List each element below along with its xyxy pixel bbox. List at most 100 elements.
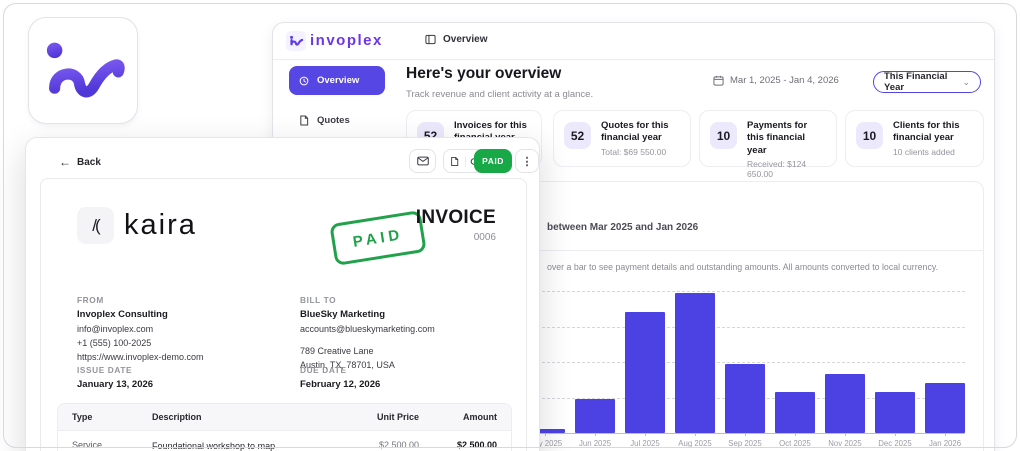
col-header-description: Description xyxy=(152,412,202,422)
from-email: info@invoplex.com xyxy=(77,324,154,334)
x-axis-label: Sep 2025 xyxy=(728,439,762,448)
invoice-number: 0006 xyxy=(473,232,496,243)
table-row: Service Foundational workshop to map req… xyxy=(58,431,511,451)
sidebar-item-label: Overview xyxy=(317,75,360,86)
breadcrumb-label: Overview xyxy=(443,34,488,45)
stat-title: Payments for this financial year xyxy=(747,120,808,156)
cell-amount: $2 500.00 xyxy=(456,440,497,450)
x-axis-label: Jan 2026 xyxy=(928,439,962,448)
col-header-unit-price: Unit Price xyxy=(376,412,419,422)
clock-icon xyxy=(299,76,309,86)
stat-subtitle: 10 clients added xyxy=(893,146,955,157)
from-name: Invoplex Consulting xyxy=(77,309,168,320)
chart-bar[interactable] xyxy=(825,374,865,433)
x-axis-tick xyxy=(695,433,696,436)
client-logo: /( kaira xyxy=(77,207,197,244)
date-range-label: Mar 1, 2025 - Jan 4, 2026 xyxy=(730,75,839,86)
back-arrow-icon: ← xyxy=(59,155,71,169)
period-select-value: This Financial Year xyxy=(884,71,948,93)
line-items-table: Type Description Unit Price Amount Servi… xyxy=(57,403,512,451)
header-divider xyxy=(273,59,994,60)
x-axis-tick xyxy=(945,433,946,436)
x-axis-tick xyxy=(845,433,846,436)
chart-bar[interactable] xyxy=(775,392,815,433)
invoice-document: /( kaira PAID INVOICE 0006 FROM Invoplex… xyxy=(40,178,527,451)
sidebar-item-quotes[interactable]: Quotes xyxy=(289,109,385,131)
issue-date-label: ISSUE DATE xyxy=(77,365,133,375)
period-select[interactable]: This Financial Year ⌄ xyxy=(873,71,981,93)
paid-stamp-label: PAID xyxy=(351,225,405,251)
stat-card-clients: 10 Clients for this financial year 10 cl… xyxy=(845,110,984,167)
x-axis-tick xyxy=(595,433,596,436)
x-axis-label: Aug 2025 xyxy=(678,439,712,448)
x-axis-label: Oct 2025 xyxy=(779,439,811,448)
chart-bar[interactable] xyxy=(625,312,665,433)
more-options-button[interactable]: ⋮ xyxy=(515,149,539,173)
due-date-value: February 12, 2026 xyxy=(300,379,381,390)
sidebar-item-overview[interactable]: Overview xyxy=(289,66,385,95)
issue-date-block: ISSUE DATE January 13, 2026 xyxy=(77,365,153,390)
col-header-amount: Amount xyxy=(463,412,497,422)
revenue-chart-plot: May 2025 Jun 2025 Jul 2025 Aug 2025 Sep 2025… xyxy=(525,182,977,448)
cell-description: Foundational workshop to map requirement… xyxy=(152,441,276,451)
stat-value: 10 xyxy=(710,122,737,149)
from-phone: +1 (555) 100-2025 xyxy=(77,338,152,348)
invoice-window: ← Back PAID ⋮ /( kaira PAID INVOICE 0006… xyxy=(25,137,540,451)
bill-to-block: BILL TO BlueSky Marketing accounts@blues… xyxy=(300,295,510,370)
stat-value: 52 xyxy=(564,122,591,149)
x-axis-label: Dec 2025 xyxy=(878,439,912,448)
back-button[interactable]: ← Back xyxy=(59,155,101,169)
paid-status-label: PAID xyxy=(482,156,504,166)
from-label: FROM xyxy=(77,295,104,305)
kaira-logo-icon: /( xyxy=(77,207,114,244)
chart-bar[interactable] xyxy=(725,363,765,433)
due-date-block: DUE DATE February 12, 2026 xyxy=(300,365,380,390)
dashboard-topbar: invoplex Overview xyxy=(273,23,994,59)
x-axis-label: Nov 2025 xyxy=(828,439,862,448)
send-email-button[interactable] xyxy=(409,149,436,173)
screenshot-canvas: invoplex Overview Overview Quotes Here's… xyxy=(0,0,1020,451)
issue-date-value: January 13, 2026 xyxy=(77,379,154,390)
date-range: Mar 1, 2025 - Jan 4, 2026 xyxy=(713,75,839,86)
stat-subtitle: Received: $124 650.00 xyxy=(747,159,807,180)
chart-bar[interactable] xyxy=(925,383,965,433)
cell-unit-price: $2 500.00 xyxy=(378,440,419,450)
x-axis-label: Jun 2025 xyxy=(578,439,612,448)
breadcrumb: Overview xyxy=(425,34,487,45)
file-preview-icon[interactable] xyxy=(444,156,465,167)
bill-to-label: BILL TO xyxy=(300,295,337,305)
chevron-down-icon: ⌄ xyxy=(962,76,970,87)
invoplex-swoosh-logo-icon xyxy=(40,36,126,106)
page-title: Here's your overview xyxy=(406,65,562,82)
invoplex-mini-logo-icon xyxy=(286,31,306,51)
back-label: Back xyxy=(77,156,101,168)
sidebar-item-label: Quotes xyxy=(317,114,350,126)
bill-to-address-line1: 789 Creative Lane xyxy=(300,346,374,356)
chart-bar[interactable] xyxy=(675,292,715,433)
due-date-label: DUE DATE xyxy=(300,365,347,375)
stat-title: Clients for this financial year xyxy=(893,120,960,144)
x-axis-tick xyxy=(745,433,746,436)
from-block: FROM Invoplex Consulting info@invoplex.c… xyxy=(77,295,287,362)
paid-status-button[interactable]: PAID xyxy=(474,149,512,173)
calendar-icon xyxy=(713,75,724,86)
chart-bar[interactable] xyxy=(575,399,615,433)
x-axis-tick xyxy=(645,433,646,436)
stat-card-quotes: 52 Quotes for this financial year Total:… xyxy=(553,110,691,167)
bill-to-name: BlueSky Marketing xyxy=(300,309,385,320)
panel-layout-icon xyxy=(425,34,436,45)
table-header-row: Type Description Unit Price Amount xyxy=(58,404,511,431)
x-axis-tick xyxy=(545,433,546,436)
invoice-title: INVOICE xyxy=(415,207,496,228)
kebab-menu-icon: ⋮ xyxy=(521,155,533,168)
file-icon xyxy=(299,114,309,126)
page-subtitle: Track revenue and client activity at a g… xyxy=(406,89,594,100)
col-header-type: Type xyxy=(72,412,93,422)
x-axis-tick xyxy=(895,433,896,436)
bill-to-email: accounts@blueskymarketing.com xyxy=(300,324,435,334)
brand-logo-card xyxy=(28,17,138,124)
brand-wordmark: invoplex xyxy=(310,32,383,49)
chart-bar[interactable] xyxy=(875,392,915,433)
from-website: https://www.invoplex-demo.com xyxy=(77,352,204,362)
stat-title: Quotes for this financial year xyxy=(601,120,669,144)
